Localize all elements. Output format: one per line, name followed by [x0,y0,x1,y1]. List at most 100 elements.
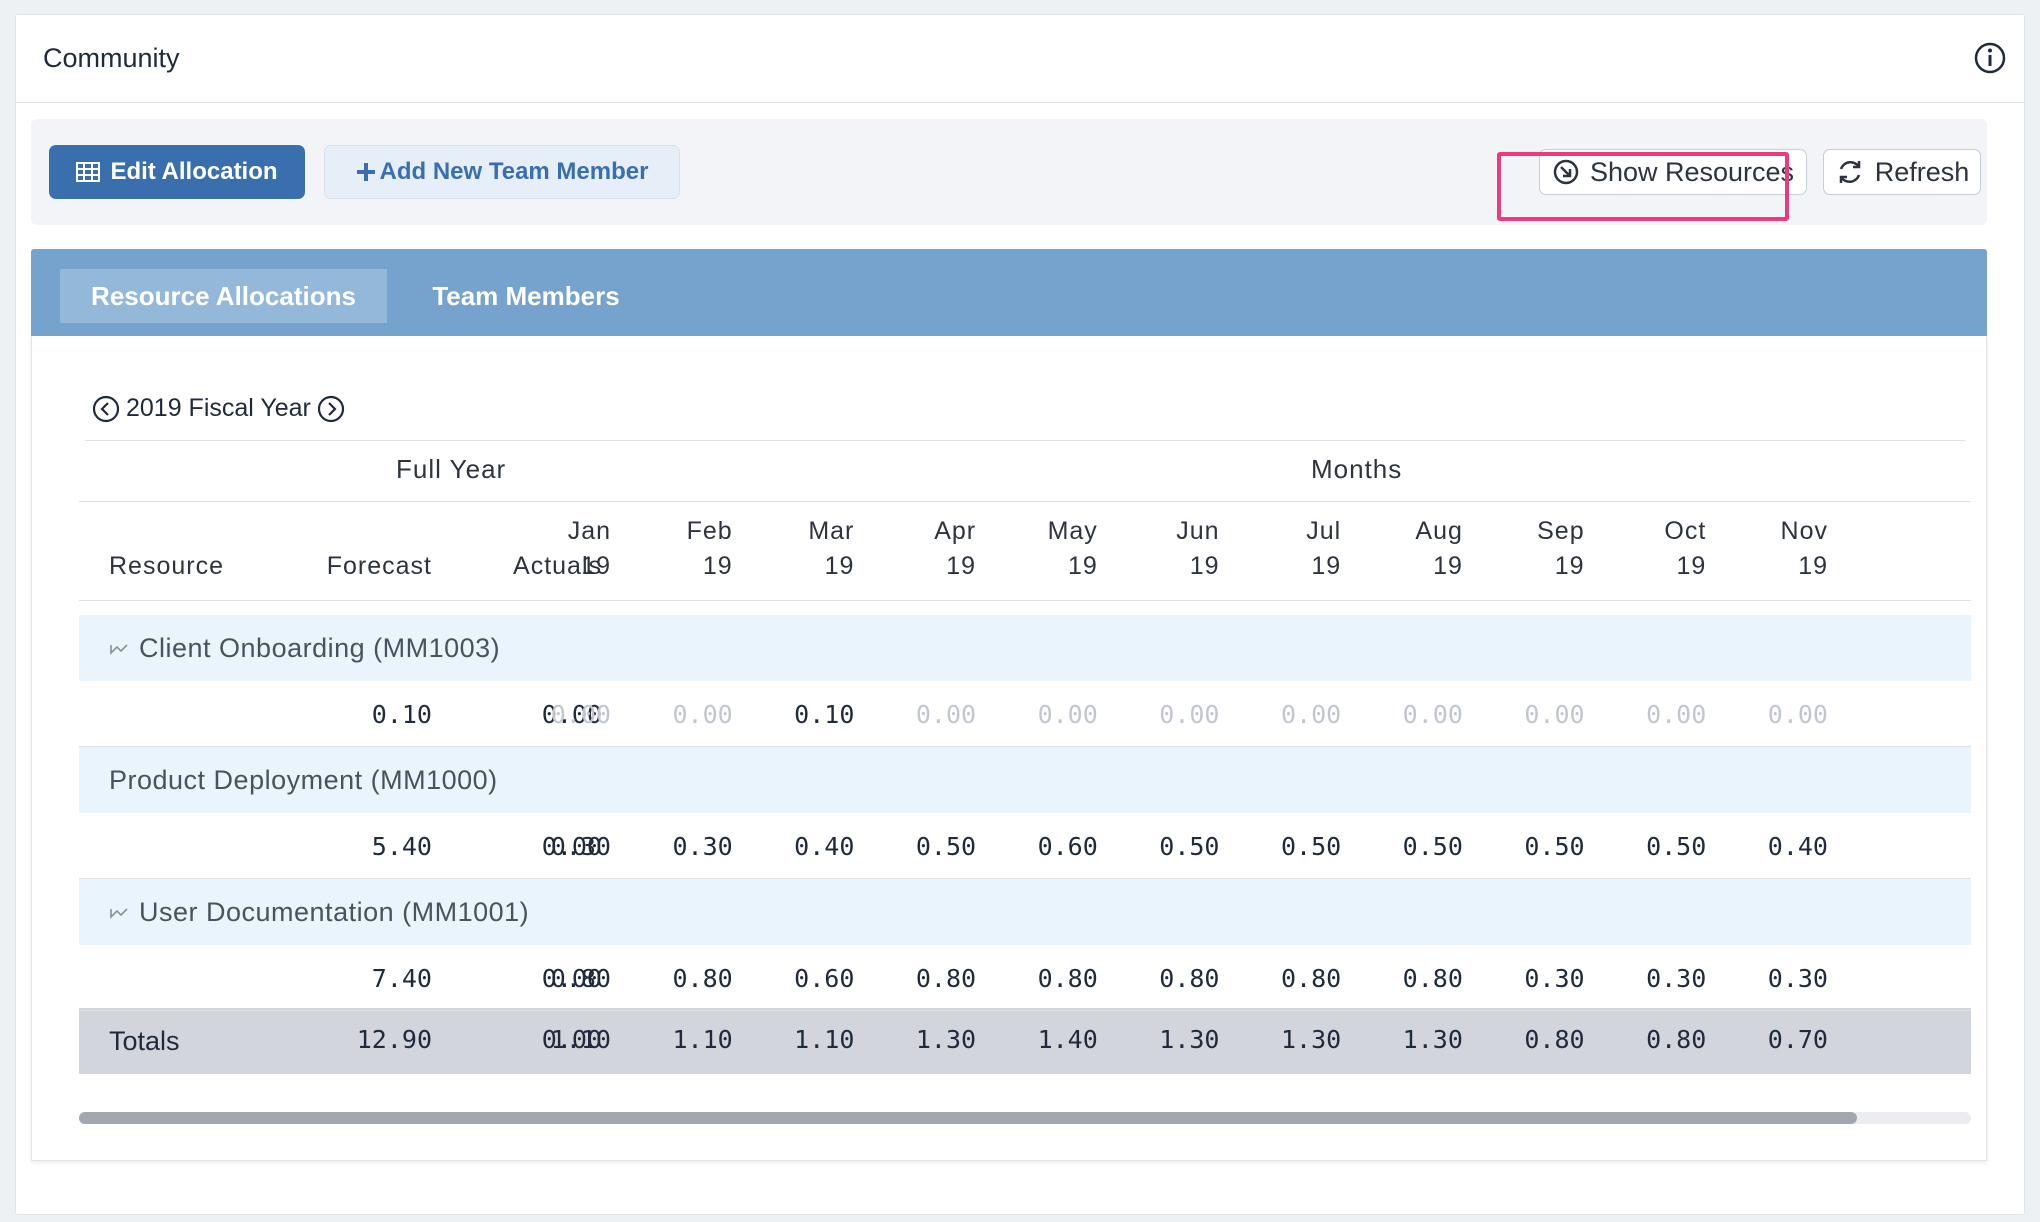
month-value: 0.30 [1767,964,1828,993]
card-title: Community [43,43,180,73]
refresh-icon [1839,160,1860,184]
horizontal-scrollbar[interactable] [79,1112,1971,1124]
month-year: 19 [1067,552,1098,580]
plus-icon [356,163,375,181]
edit-allocation-button[interactable]: Edit Allocation [49,145,305,199]
month-column-header: Aug 19 [1363,514,1463,584]
chevron-left-icon[interactable] [92,395,120,423]
month-name: May [1047,517,1098,545]
month-value: 0.50 [1402,832,1463,861]
month-year: 19 [1676,552,1707,580]
full-year-header: Full Year [396,454,507,484]
refresh-button[interactable]: Refresh [1823,149,1981,195]
forecast-column-header: Forecast [326,552,432,580]
month-value: 0.00 [550,700,611,729]
scrollbar-thumb[interactable] [79,1112,1858,1124]
month-name: Mar [808,517,855,545]
totals-month-value: 1.10 [794,1025,855,1054]
refresh-label: Refresh [1874,156,1970,187]
month-value: 0.80 [550,964,611,993]
month-value: 0.10 [794,700,855,729]
month-value: 0.40 [794,832,855,861]
project-row[interactable]: User Documentation (MM1001) [79,879,1971,945]
totals-month-value: 1.30 [1280,1025,1342,1054]
month-value: 0.80 [672,964,733,993]
month-value: 0.50 [1646,832,1707,861]
edit-allocation-label: Edit Allocation [110,158,278,185]
month-value: 0.80 [1402,964,1463,993]
month-value: 0.00 [1646,700,1707,729]
month-column-header: Oct 19 [1606,514,1706,584]
month-value: 0.50 [1280,832,1342,861]
month-name: Jun [1176,517,1220,545]
totals-month-value: 0.80 [1524,1025,1585,1054]
totals-month-value: 0.70 [1767,1025,1828,1054]
month-value: 0.00 [672,700,733,729]
month-value: 0.00 [1280,700,1342,729]
month-name: Sep [1537,517,1585,545]
forecast-value: 7.40 [371,964,432,993]
totals-forecast-value: 12.90 [356,1025,432,1054]
month-value: 0.50 [1159,832,1220,861]
month-column-header: Feb 19 [633,514,733,584]
month-column-header: Nov 19 [1728,514,1828,584]
month-value: 0.00 [1402,700,1463,729]
month-name: Oct [1664,517,1707,545]
trend-icon [109,897,129,928]
project-name-text: Product Deployment (MM1000) [109,764,498,795]
chevron-right-icon[interactable] [317,395,345,423]
fiscal-year-nav: 2019 Fiscal Year [92,394,345,423]
month-column-header: Jul 19 [1241,514,1341,584]
month-value: 0.00 [1524,700,1585,729]
totals-label: Totals [109,1025,180,1056]
month-name: Nov [1780,517,1828,545]
totals-month-value: 0.80 [1646,1025,1707,1054]
totals-month-value: 1.30 [1159,1025,1220,1054]
add-team-member-label: Add New Team Member [379,158,649,185]
month-year: 19 [824,552,855,580]
month-value: 0.50 [1524,832,1585,861]
trend-icon [109,633,129,664]
info-icon[interactable] [1972,40,2008,76]
month-value: 0.30 [1524,964,1585,993]
month-column-header: Apr 19 [876,514,976,584]
project-name: Client Onboarding (MM1003) [109,615,500,681]
month-value: 0.00 [1159,700,1220,729]
month-name: Apr [934,517,977,545]
add-team-member-button[interactable]: Add New Team Member [324,145,680,199]
month-year: 19 [1798,552,1828,580]
fiscal-year-label: 2019 Fiscal Year [126,394,311,422]
allocations-panel: 2019 Fiscal Year Full Year Months Resour… [31,336,1987,1161]
totals-month-value: 1.40 [1037,1025,1098,1054]
month-column-header: Jan 19 [511,514,611,584]
tab-resource-allocations[interactable]: Resource Allocations [60,269,387,323]
tab-team-members[interactable]: Team Members [411,269,641,323]
project-name-text: Client Onboarding (MM1003) [139,632,501,663]
project-row[interactable]: Client Onboarding (MM1003) [79,615,1971,681]
totals-month-value: 1.10 [550,1025,611,1054]
highlight-box [1497,152,1789,221]
totals-month-value: 1.30 [915,1025,977,1054]
month-name: Feb [686,517,733,545]
forecast-value: 5.40 [371,832,432,861]
forecast-value: 0.10 [371,700,432,729]
month-value: 0.00 [1037,700,1098,729]
resource-column-header: Resource [109,552,224,580]
month-year: 19 [1433,552,1463,580]
month-column-header: Sep 19 [1485,514,1585,584]
month-year: 19 [1311,552,1342,580]
month-year: 19 [702,552,733,580]
table-icon [76,162,101,182]
project-name-text: User Documentation (MM1001) [139,896,530,927]
month-value: 0.80 [1280,964,1342,993]
month-year: 19 [946,552,977,580]
divider [79,501,1971,502]
month-name: Jul [1306,517,1342,545]
month-value: 0.30 [1646,964,1707,993]
month-value: 0.00 [915,700,977,729]
card-header: Community [16,15,2024,103]
month-value: 0.60 [1037,832,1098,861]
month-year: 19 [581,552,611,580]
month-value: 0.60 [794,964,855,993]
project-row[interactable]: Product Deployment (MM1000) [79,747,1971,813]
